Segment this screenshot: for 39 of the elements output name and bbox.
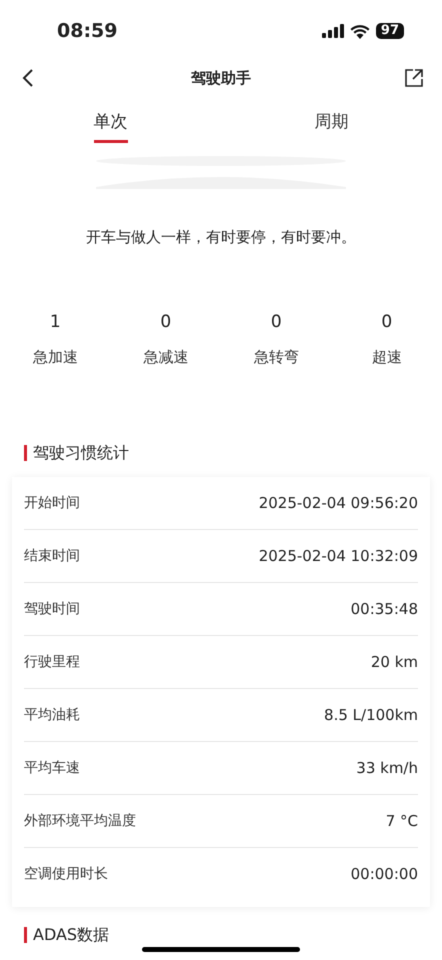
tab[interactable]: 单次 <box>94 110 128 142</box>
section-title: ADAS数据 <box>33 924 110 946</box>
share-button[interactable] <box>402 66 426 90</box>
stat-label: 结束时间 <box>24 546 80 566</box>
event-label: 急加速 <box>32 346 78 368</box>
wifi-icon <box>350 24 370 38</box>
stat-value: 33 km/h <box>356 758 418 779</box>
stat-value: 7 °C <box>386 810 418 832</box>
page-title: 驾驶助手 <box>191 68 251 89</box>
stat-value: 00:35:48 <box>350 598 418 620</box>
event-label: 超速 <box>372 346 402 368</box>
stat-label: 空调使用时长 <box>24 865 108 884</box>
event-count: 0 <box>160 311 172 334</box>
signal-icon <box>322 24 344 38</box>
share-icon <box>405 69 423 87</box>
stat-label: 平均油耗 <box>24 706 80 724</box>
back-icon <box>22 68 34 88</box>
stat-value: 00:00:00 <box>350 864 418 886</box>
battery-indicator: 97 <box>376 23 404 39</box>
section-marker <box>24 445 27 461</box>
tab[interactable]: 周期 <box>314 110 348 142</box>
stat-label: 驾驶时间 <box>24 600 80 618</box>
stat-value: 8.5 L/100km <box>324 704 418 726</box>
stat-value: 20 km <box>370 652 418 673</box>
event-count: 0 <box>270 311 282 334</box>
event-label: 急减速 <box>143 346 188 368</box>
section-title: 驾驶习惯统计 <box>33 442 129 464</box>
stat-value: 2025-02-04 09:56:20 <box>258 492 418 514</box>
quote-text: 开车与做人一样，有时要停，有时要冲。 <box>85 226 357 248</box>
stat-label: 行驶里程 <box>24 652 80 672</box>
stat-label: 开始时间 <box>24 494 80 512</box>
stat-label: 平均车速 <box>24 758 80 778</box>
stat-label: 外部环境平均温度 <box>24 812 136 830</box>
status-time: 08:59 <box>57 18 118 44</box>
event-count: 1 <box>50 311 61 334</box>
event-count: 0 <box>381 311 392 334</box>
stat-value: 2025-02-04 10:32:09 <box>258 546 418 567</box>
event-label: 急转弯 <box>254 346 299 368</box>
section-marker <box>24 927 27 943</box>
